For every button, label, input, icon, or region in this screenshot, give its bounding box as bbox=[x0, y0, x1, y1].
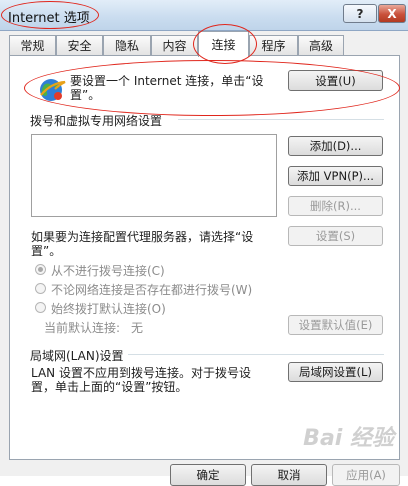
radio-dial-when-no-network-label: 不论网络连接是否存在都进行拨号(W) bbox=[51, 283, 253, 297]
radio-never-dial-label: 从不进行拨号连接(C) bbox=[51, 264, 165, 278]
dialup-settings-button[interactable]: 设置(S) bbox=[288, 226, 383, 246]
cancel-button[interactable]: 取消 bbox=[251, 464, 327, 486]
internet-globe-icon bbox=[40, 79, 66, 101]
help-icon: ? bbox=[356, 6, 364, 21]
radio-dial-when-no-network[interactable] bbox=[35, 283, 46, 294]
lan-separator bbox=[128, 354, 384, 355]
proxy-text-line1: 如果要为连接配置代理服务器，请选择“设 bbox=[31, 230, 254, 244]
dialup-heading: 拨号和虚拟专用网络设置 bbox=[30, 114, 163, 128]
current-default-value: 无 bbox=[131, 321, 144, 335]
window-title: Internet 选项 bbox=[8, 11, 90, 26]
radio-never-dial[interactable] bbox=[35, 264, 46, 275]
add-vpn-button[interactable]: 添加 VPN(P)... bbox=[288, 166, 383, 186]
lan-text-line2: 置，单击上面的“设置”按钮。 bbox=[31, 380, 188, 394]
help-button[interactable]: ? bbox=[343, 4, 377, 23]
tab-privacy[interactable]: 隐私 bbox=[103, 35, 151, 55]
set-default-button[interactable]: 设置默认值(E) bbox=[288, 315, 383, 335]
apply-button[interactable]: 应用(A) bbox=[332, 464, 400, 486]
tab-security[interactable]: 安全 bbox=[56, 35, 103, 55]
connections-list[interactable] bbox=[31, 134, 277, 217]
dialup-separator bbox=[178, 119, 384, 120]
baidu-watermark: Bai 经验 bbox=[303, 426, 394, 451]
tab-advanced[interactable]: 高级 bbox=[298, 35, 344, 55]
setup-text-line2: 置”。 bbox=[70, 88, 101, 102]
lan-heading: 局域网(LAN)设置 bbox=[30, 349, 124, 363]
radio-always-dial[interactable] bbox=[35, 302, 46, 313]
tab-connections[interactable]: 连接 bbox=[198, 31, 249, 57]
tab-general[interactable]: 常规 bbox=[9, 35, 56, 55]
close-icon: X bbox=[387, 6, 397, 21]
add-connection-button[interactable]: 添加(D)... bbox=[288, 136, 383, 156]
tab-programs[interactable]: 程序 bbox=[249, 35, 298, 55]
delete-connection-button[interactable]: 删除(R)... bbox=[288, 196, 383, 216]
ok-button[interactable]: 确定 bbox=[170, 464, 246, 486]
tab-content[interactable]: 内容 bbox=[151, 35, 198, 55]
current-default-label: 当前默认连接: bbox=[44, 321, 121, 335]
radio-always-dial-label: 始终拨打默认连接(O) bbox=[51, 302, 166, 316]
proxy-text-line2: 置”。 bbox=[31, 244, 62, 258]
lan-settings-button[interactable]: 局域网设置(L) bbox=[288, 362, 383, 382]
setup-button[interactable]: 设置(U) bbox=[288, 70, 383, 91]
close-button[interactable]: X bbox=[378, 4, 406, 23]
